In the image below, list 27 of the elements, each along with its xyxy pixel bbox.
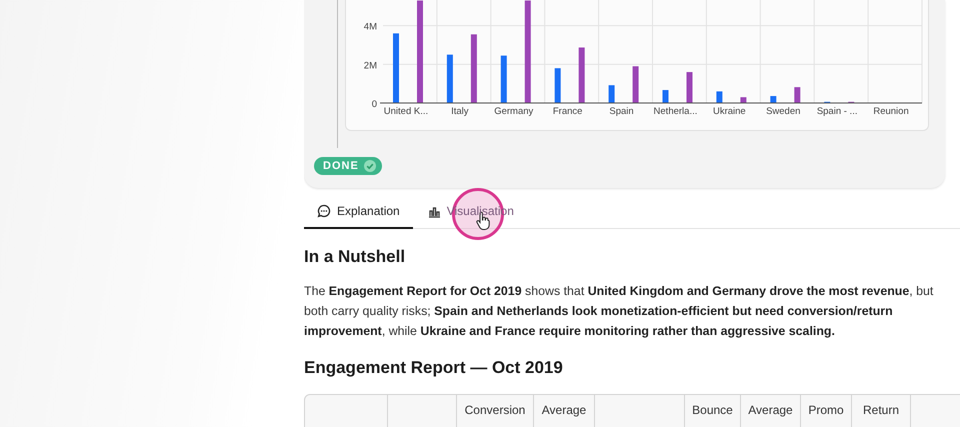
y-tick-label: 2M [364, 60, 377, 72]
status-label: DONE [323, 160, 359, 172]
column-header: Return [862, 403, 900, 417]
y-tick-label: 4M [364, 22, 377, 33]
report-heading: Engagement Report — Oct 2019 [304, 358, 564, 378]
y-tick-label: 0 [372, 99, 377, 110]
x-tick-label: Italy [451, 106, 469, 117]
x-tick-label: Spain - ... [816, 106, 858, 117]
x-tick-label: Sweden [766, 106, 800, 117]
column-header: Conversion [464, 403, 526, 417]
summary-paragraph: The Engagement Report for Oct 2019 shows that United Kingdom and Germany drove the most revenue, but both carry quality risks; Spain and Netherlands look monetization-efficient but need conversion/return improvement, while Ukraine and France require monitoring rather than aggressive scaling. [304, 283, 934, 340]
column-header: Average [748, 403, 793, 417]
x-tick-label: Reunion [873, 106, 909, 117]
x-tick-label: Netherla... [654, 106, 698, 117]
check-icon [364, 160, 376, 172]
x-tick-label: Germany [494, 106, 534, 117]
x-tick-label: Ukraine [712, 106, 746, 117]
column-header: Promo [808, 403, 844, 417]
column-header: Average [542, 403, 586, 417]
column-header: Bounce [692, 403, 733, 417]
speech-bubble-icon [317, 204, 331, 218]
x-tick-label: Spain [609, 106, 634, 117]
x-tick-label: France [552, 106, 582, 117]
tab[interactable]: Explanation [304, 204, 413, 229]
x-tick-label: United K... [384, 106, 428, 117]
bar-chart-icon [428, 204, 441, 218]
section-heading: In a Nutshell [304, 247, 406, 267]
